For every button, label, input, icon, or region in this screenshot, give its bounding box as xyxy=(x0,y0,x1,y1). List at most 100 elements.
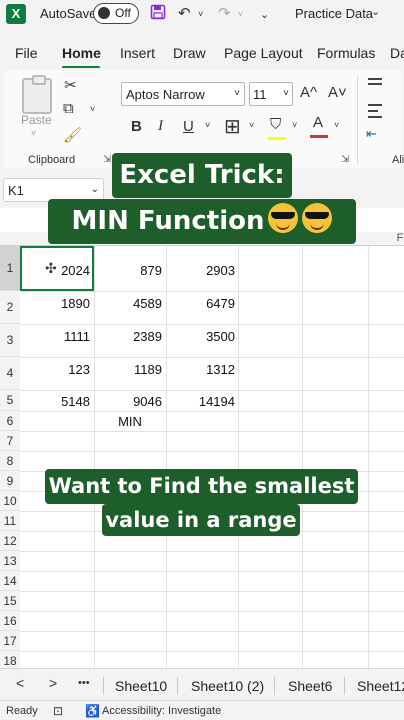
bold-button[interactable]: B xyxy=(131,118,142,135)
chevron-down-icon[interactable]: ˅ xyxy=(292,120,297,130)
gridline xyxy=(166,246,167,668)
row-header-7[interactable]: 7 xyxy=(0,431,20,451)
overlay-caption-text-2: value in a range xyxy=(105,508,297,532)
tab-formulas[interactable]: Formulas xyxy=(317,45,375,61)
next-sheet-button[interactable]: > xyxy=(49,675,57,691)
align-top-icon[interactable] xyxy=(368,78,382,80)
tab-data[interactable]: Da xyxy=(390,45,404,61)
row-header-9[interactable]: 9 xyxy=(0,471,20,491)
tab-insert[interactable]: Insert xyxy=(120,45,155,61)
font-launcher-icon[interactable]: ⇲ xyxy=(341,154,349,165)
cell-a2[interactable]: 1890 xyxy=(24,296,90,311)
font-size-select[interactable]: 11 ˅ xyxy=(249,82,293,106)
gridline xyxy=(368,246,369,668)
column-header-f[interactable]: F xyxy=(368,232,404,246)
font-size-value: 11 xyxy=(253,87,267,102)
chevron-down-icon[interactable]: ˅ xyxy=(31,128,36,138)
worksheet-grid[interactable]: A B C D E F 1 2 3 4 5 6 7 8 9 10 11 12 1… xyxy=(0,232,404,668)
row-header-15[interactable]: 15 xyxy=(0,591,20,611)
chevron-down-icon[interactable]: ⌄ xyxy=(371,5,380,18)
sheet-tab-sheet10[interactable]: Sheet10 xyxy=(115,678,167,694)
paste-icon[interactable] xyxy=(22,75,52,114)
font-color-icon[interactable]: A xyxy=(313,114,323,131)
row-header-14[interactable]: 14 xyxy=(0,571,20,591)
gridline xyxy=(20,291,404,292)
sunglasses-emoji-icon xyxy=(302,203,333,233)
status-accessibility[interactable]: Accessibility: Investigate xyxy=(102,705,221,717)
borders-icon[interactable]: ⊞ xyxy=(224,114,241,139)
chevron-down-icon[interactable]: ˅ xyxy=(249,120,254,130)
sheet-tab-sheet12[interactable]: Sheet12 xyxy=(357,678,404,694)
cell-b5[interactable]: 9046 xyxy=(96,394,162,409)
previous-sheet-button[interactable]: < xyxy=(16,675,24,691)
cell-b3[interactable]: 2389 xyxy=(96,329,162,344)
sheet-tab-sheet6[interactable]: Sheet6 xyxy=(288,678,332,694)
copy-icon[interactable]: ⧉ xyxy=(63,100,74,117)
gridline xyxy=(238,246,239,668)
row-header-6[interactable]: 6 xyxy=(0,411,20,431)
overlay-caption-line2: value in a range xyxy=(102,504,300,536)
redo-icon[interactable]: ↷ xyxy=(218,4,231,22)
tab-file[interactable]: File xyxy=(15,45,38,61)
row-header-16[interactable]: 16 xyxy=(0,611,20,631)
macro-record-icon[interactable]: ⊡ xyxy=(53,704,63,718)
row-header-11[interactable]: 11 xyxy=(0,511,20,531)
tab-home[interactable]: Home xyxy=(62,45,101,61)
row-header-10[interactable]: 10 xyxy=(0,491,20,511)
cell-b1[interactable]: 879 xyxy=(96,263,162,278)
redo-chevron-icon[interactable]: ˅ xyxy=(238,9,243,19)
font-name-select[interactable]: Aptos Narrow ˅ xyxy=(121,82,245,106)
row-header-2[interactable]: 2 xyxy=(0,291,20,324)
row-header-18[interactable]: 18 xyxy=(0,651,20,668)
fill-color-icon[interactable]: ⛉ xyxy=(270,116,281,133)
row-header-3[interactable]: 3 xyxy=(0,324,20,357)
document-title[interactable]: Practice Data xyxy=(295,6,373,21)
cell-a5[interactable]: 5148 xyxy=(24,394,90,409)
tab-page-layout[interactable]: Page Layout xyxy=(224,45,303,61)
row-header-12[interactable]: 12 xyxy=(0,531,20,551)
align-left-icon[interactable] xyxy=(368,104,382,106)
tab-draw[interactable]: Draw xyxy=(173,45,206,61)
autosave-toggle[interactable]: Off xyxy=(93,3,139,24)
cell-a4[interactable]: 123 xyxy=(24,362,90,377)
undo-chevron-icon[interactable]: ˅ xyxy=(198,9,203,19)
row-header-5[interactable]: 5 xyxy=(0,390,20,411)
gridline xyxy=(20,390,404,391)
row-header-13[interactable]: 13 xyxy=(0,551,20,571)
row-header-4[interactable]: 4 xyxy=(0,357,20,390)
row-header-17[interactable]: 17 xyxy=(0,631,20,651)
clipboard-launcher-icon[interactable]: ⇲ xyxy=(103,154,111,165)
undo-icon[interactable]: ↶ xyxy=(178,4,191,22)
cell-b4[interactable]: 1189 xyxy=(96,362,162,377)
row-header-8[interactable]: 8 xyxy=(0,451,20,471)
more-sheets-button[interactable]: ••• xyxy=(78,677,90,689)
decrease-indent-icon[interactable]: ⇤ xyxy=(366,126,377,142)
chevron-down-icon[interactable]: ˅ xyxy=(90,104,95,114)
cell-c1[interactable]: 2903 xyxy=(168,263,235,278)
cell-c4[interactable]: 1312 xyxy=(168,362,235,377)
cell-c3[interactable]: 3500 xyxy=(168,329,235,344)
cell-c2[interactable]: 6479 xyxy=(168,296,235,311)
gridline xyxy=(20,431,404,432)
row-header-1[interactable]: 1 xyxy=(0,246,20,291)
cell-b6[interactable]: MIN xyxy=(94,414,166,429)
paste-label[interactable]: Paste xyxy=(21,113,52,127)
sheet-tab-sheet10-2[interactable]: Sheet10 (2) xyxy=(191,678,264,694)
ribbon-tabs: File Home Insert Draw Page Layout Formul… xyxy=(0,28,404,69)
chevron-down-icon[interactable]: ˅ xyxy=(205,120,210,130)
cell-a3[interactable]: 1111 xyxy=(24,329,90,344)
cell-cursor-icon: ✣ xyxy=(45,260,57,276)
grow-font-icon[interactable]: A^ xyxy=(300,84,317,101)
chevron-down-icon[interactable]: ˅ xyxy=(334,120,339,130)
format-painter-icon[interactable]: 🖌 xyxy=(63,126,82,144)
underline-button[interactable]: U xyxy=(183,118,194,135)
save-icon[interactable] xyxy=(150,4,166,24)
customize-toolbar-icon[interactable]: ⌄ xyxy=(260,8,269,21)
gridline xyxy=(20,451,404,452)
cell-b2[interactable]: 4589 xyxy=(96,296,162,311)
cell-c5[interactable]: 14194 xyxy=(168,394,235,409)
cut-icon[interactable]: ✂ xyxy=(64,76,77,94)
italic-button[interactable]: I xyxy=(158,118,163,135)
shrink-font-icon[interactable]: A˅ xyxy=(328,84,347,101)
accessibility-icon[interactable]: ♿ xyxy=(85,704,100,718)
